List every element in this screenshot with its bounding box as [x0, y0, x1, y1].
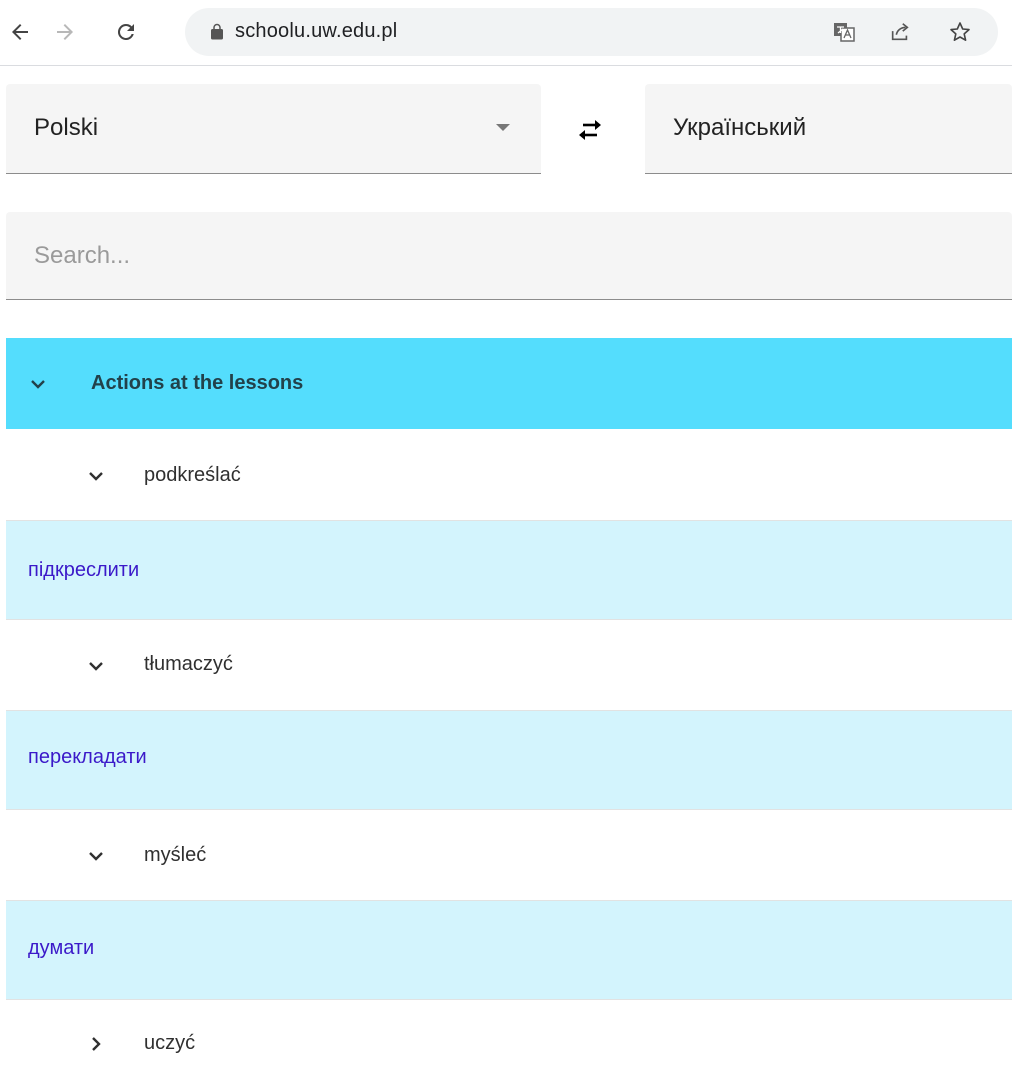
star-icon[interactable]	[948, 20, 972, 44]
word-label: tłumaczyć	[144, 653, 233, 675]
translation-row: думати	[6, 900, 1012, 1000]
reload-button[interactable]	[106, 12, 146, 52]
word-label: podkreślać	[144, 464, 241, 486]
swap-arrows-icon[interactable]	[570, 110, 610, 150]
search-input[interactable]	[34, 238, 934, 274]
translation-label: думати	[28, 937, 95, 959]
translation-row: підкреслити	[6, 520, 1012, 620]
target-language-select[interactable]: Український	[645, 84, 1012, 174]
translation-row: перекладати	[6, 710, 1012, 810]
category-row[interactable]: Actions at the lessons	[6, 338, 1012, 429]
search-field[interactable]	[6, 212, 1012, 300]
lock-icon[interactable]	[208, 23, 226, 41]
chevron-down-icon[interactable]	[86, 466, 106, 486]
forward-icon	[57, 24, 73, 40]
category-label: Actions at the lessons	[91, 372, 304, 394]
chevron-right-icon[interactable]	[86, 1034, 106, 1054]
url-text[interactable]: schoolu.uw.edu.pl	[235, 20, 397, 43]
word-label: myśleć	[144, 844, 207, 866]
back-icon	[12, 24, 28, 40]
word-row[interactable]: myśleć	[6, 810, 1012, 900]
translation-label: перекладати	[28, 746, 147, 768]
forward-button[interactable]	[45, 12, 85, 52]
word-row[interactable]: tłumaczyć	[6, 620, 1012, 710]
source-language-value: Polski	[34, 114, 99, 141]
translation-label: підкреслити	[28, 559, 140, 581]
back-button[interactable]	[0, 12, 40, 52]
dropdown-arrow-icon	[496, 124, 510, 131]
chevron-down-icon[interactable]	[28, 374, 48, 394]
address-bar[interactable]: schoolu.uw.edu.pl	[185, 8, 998, 56]
reload-icon	[117, 23, 134, 40]
chevron-down-icon[interactable]	[86, 656, 106, 676]
browser-toolbar: schoolu.uw.edu.pl	[0, 0, 1012, 66]
share-icon[interactable]	[888, 20, 912, 44]
translate-icon[interactable]	[832, 20, 856, 44]
word-label: uczyć	[144, 1032, 196, 1054]
target-language-value: Український	[673, 114, 807, 141]
word-row[interactable]: uczyć	[6, 1000, 1012, 1081]
chevron-down-icon[interactable]	[86, 846, 106, 866]
source-language-select[interactable]: Polski	[6, 84, 541, 174]
word-row[interactable]: podkreślać	[6, 429, 1012, 520]
